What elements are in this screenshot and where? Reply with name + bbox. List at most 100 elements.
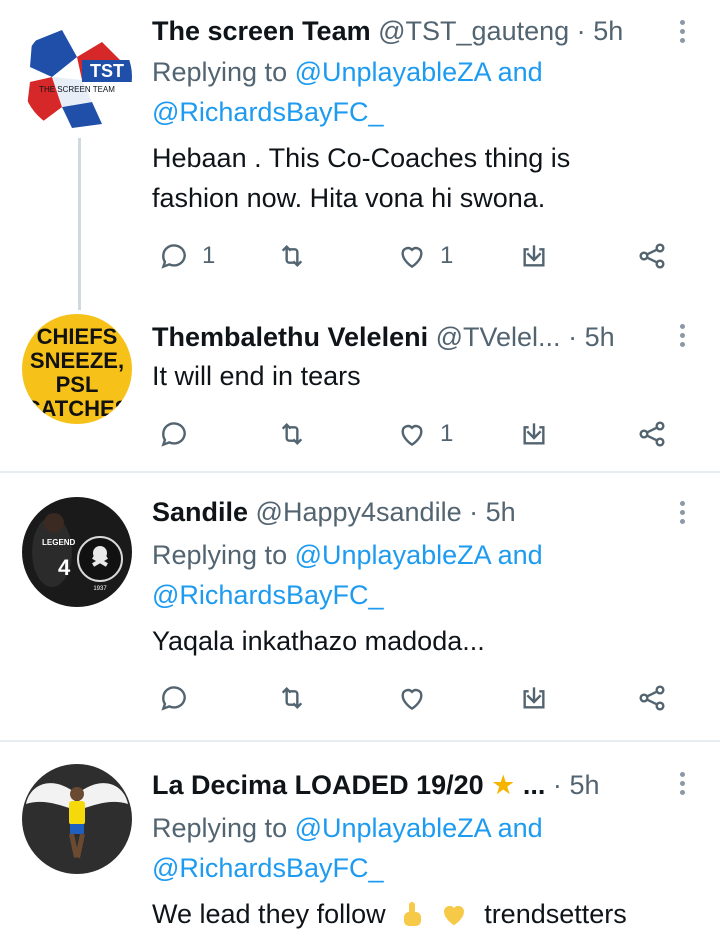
mention-link[interactable]: @UnplayableZA — [295, 540, 491, 570]
tweet-text: Yaqala inkathazo madoda... — [152, 626, 485, 656]
timestamp[interactable]: 5h — [585, 322, 615, 352]
share-icon — [523, 687, 545, 709]
avatar-badge-year: 1937 — [93, 586, 107, 592]
name-truncation: ... — [522, 770, 546, 800]
tweet-text: Hebaan . This Co-Coaches thing is fashio… — [152, 138, 690, 218]
reply-button[interactable]: 1 — [158, 236, 215, 276]
tweet[interactable]: LEGEND 4 1937 Sandile @Happy4sandile · 5… — [0, 473, 720, 739]
display-name[interactable]: Sandile — [152, 497, 248, 527]
replying-to: Replying to @UnplayableZA and @RichardsB… — [152, 535, 680, 615]
user-handle[interactable]: @TST_gauteng — [378, 16, 569, 46]
timestamp[interactable]: 5h — [569, 770, 599, 800]
avatar[interactable]: CHIEFS SNEEZE, PSL CATCHES — [22, 314, 132, 424]
user-handle[interactable]: @TVelel... — [436, 322, 561, 352]
avatar[interactable] — [22, 764, 132, 874]
mention-link[interactable]: @RichardsBayFC_ — [152, 97, 383, 127]
avatar-text-line: SNEEZE, — [30, 348, 124, 373]
avatar[interactable]: LEGEND 4 1937 — [22, 497, 132, 607]
tweet[interactable]: TST THE SCREEN TEAM The screen Team @TST… — [0, 0, 720, 300]
share-button[interactable] — [518, 236, 550, 276]
share-network-icon — [639, 243, 665, 269]
share-icon — [523, 245, 545, 267]
more-options-icon[interactable] — [672, 495, 692, 529]
avatar-logo-subtext: THE SCREEN TEAM — [39, 85, 115, 94]
avatar[interactable]: TST THE SCREEN TEAM — [22, 22, 132, 132]
timestamp[interactable]: 5h — [593, 16, 623, 46]
replying-to-prefix: Replying to — [152, 540, 288, 570]
retweet-icon — [281, 422, 303, 446]
avatar-text-line: CHIEFS — [37, 324, 118, 349]
separator-dot: · — [469, 497, 479, 527]
retweet-icon — [281, 244, 303, 268]
share-button[interactable] — [518, 414, 550, 454]
separator-dot: · — [552, 770, 562, 800]
tweet-text-line: fashion now. Hita vona hi swona. — [152, 183, 546, 213]
more-share-button[interactable] — [636, 414, 668, 454]
mention-and: and — [497, 57, 543, 87]
avatar-text-line: CATCHES — [25, 396, 130, 421]
like-count: 1 — [440, 242, 454, 269]
retweet-icon — [281, 686, 303, 710]
mention-link[interactable]: @UnplayableZA — [295, 57, 491, 87]
mention-link[interactable]: @RichardsBayFC_ — [152, 853, 383, 883]
avatar-text-line: PSL — [56, 372, 99, 397]
replying-to: Replying to @UnplayableZA and @RichardsB… — [152, 52, 680, 132]
separator-dot: · — [576, 16, 586, 46]
tweet-header: The screen Team @TST_gauteng · 5h — [152, 14, 660, 48]
star-emoji-icon: ★ — [491, 770, 516, 800]
timestamp[interactable]: 5h — [486, 497, 516, 527]
more-options-icon[interactable] — [672, 766, 692, 800]
reply-icon — [161, 244, 186, 269]
tweet[interactable]: La Decima LOADED 19/20 ★ ... · 5h Replyi… — [0, 742, 720, 938]
like-icon — [401, 424, 423, 447]
like-count: 1 — [440, 420, 454, 447]
share-button[interactable] — [518, 678, 550, 718]
share-network-icon — [639, 421, 665, 447]
mention-link[interactable]: @UnplayableZA — [295, 813, 491, 843]
tweet-text-start: We lead they follow — [152, 899, 386, 929]
retweet-button[interactable] — [276, 236, 308, 276]
like-button[interactable]: 1 — [396, 236, 453, 276]
tweet-text: We lead they follow trendsetters — [152, 894, 690, 934]
reply-icon — [161, 422, 186, 447]
more-options-icon[interactable] — [672, 318, 692, 352]
tweet-text-line: Hebaan . This Co-Coaches thing is — [152, 143, 571, 173]
like-button[interactable]: 1 — [396, 414, 453, 454]
pointing-up-emoji-icon — [404, 902, 422, 926]
like-icon — [401, 246, 423, 269]
mention-link[interactable]: @RichardsBayFC_ — [152, 580, 383, 610]
tweet[interactable]: CHIEFS SNEEZE, PSL CATCHES Thembalethu V… — [0, 300, 720, 470]
mention-and: and — [497, 540, 543, 570]
replying-to-prefix: Replying to — [152, 57, 288, 87]
avatar-logo-text: TST — [90, 61, 124, 81]
action-bar: 1 — [152, 414, 682, 454]
reply-icon — [161, 686, 186, 711]
tweet-header: La Decima LOADED 19/20 ★ ... · 5h — [152, 768, 660, 802]
action-bar: 1 1 — [152, 236, 682, 276]
avatar-jersey-text: LEGEND — [42, 538, 76, 547]
display-name[interactable]: Thembalethu Veleleni — [152, 322, 428, 352]
mention-and: and — [497, 813, 543, 843]
like-icon — [401, 688, 423, 711]
more-share-button[interactable] — [636, 678, 668, 718]
retweet-button[interactable] — [276, 414, 308, 454]
reply-button[interactable] — [158, 414, 190, 454]
retweet-button[interactable] — [276, 678, 308, 718]
action-bar — [152, 678, 682, 718]
replying-to: Replying to @UnplayableZA and @RichardsB… — [152, 808, 680, 888]
reply-button[interactable] — [158, 678, 190, 718]
like-button[interactable] — [396, 678, 428, 718]
user-handle[interactable]: @Happy4sandile — [256, 497, 462, 527]
replying-to-prefix: Replying to — [152, 813, 288, 843]
more-options-icon[interactable] — [672, 14, 692, 48]
display-name[interactable]: La Decima LOADED 19/20 — [152, 770, 484, 800]
share-icon — [523, 423, 545, 445]
more-share-button[interactable] — [636, 236, 668, 276]
yellow-heart-emoji-icon — [443, 905, 464, 926]
avatar-jersey-number: 4 — [58, 555, 71, 580]
separator-dot: · — [568, 322, 578, 352]
tweet-text: It will end in tears — [152, 361, 361, 391]
display-name[interactable]: The screen Team — [152, 16, 371, 46]
tweet-text-end: trendsetters — [484, 899, 627, 929]
tweet-header: Thembalethu Veleleni @TVelel... · 5h — [152, 320, 660, 354]
